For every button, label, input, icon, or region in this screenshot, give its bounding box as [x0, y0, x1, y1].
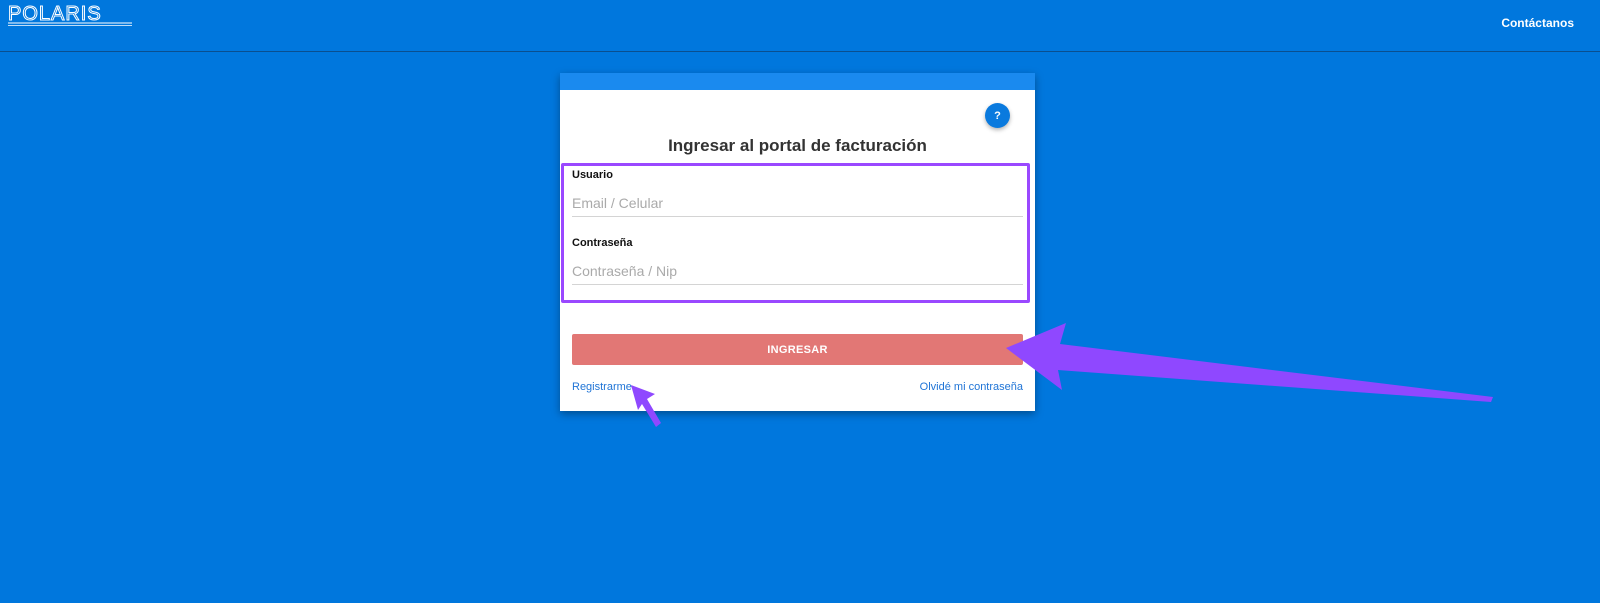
user-input[interactable]	[572, 190, 1023, 217]
arrow-to-submit-button	[1006, 323, 1493, 402]
polaris-logo-graphic: POLARIS	[8, 3, 132, 26]
register-link[interactable]: Registrarme	[572, 381, 632, 393]
contact-link[interactable]: Contáctanos	[1501, 16, 1574, 30]
forgot-password-link[interactable]: Olvidé mi contraseña	[920, 381, 1023, 393]
top-navbar: POLARIS Contáctanos	[0, 0, 1600, 52]
question-icon: ?	[994, 109, 1001, 122]
submit-button[interactable]: INGRESAR	[572, 334, 1023, 365]
login-title: Ingresar al portal de facturación	[668, 136, 927, 155]
card-header-bar	[560, 73, 1035, 90]
password-field-label: Contraseña	[572, 237, 633, 249]
svg-text:POLARIS: POLARIS	[8, 3, 102, 25]
help-button[interactable]: ?	[985, 103, 1010, 128]
user-field-label: Usuario	[572, 169, 613, 181]
polaris-logo[interactable]: POLARIS	[7, 3, 133, 27]
login-card: ? Ingresar al portal de facturación Usua…	[560, 73, 1035, 411]
password-input[interactable]	[572, 258, 1023, 285]
